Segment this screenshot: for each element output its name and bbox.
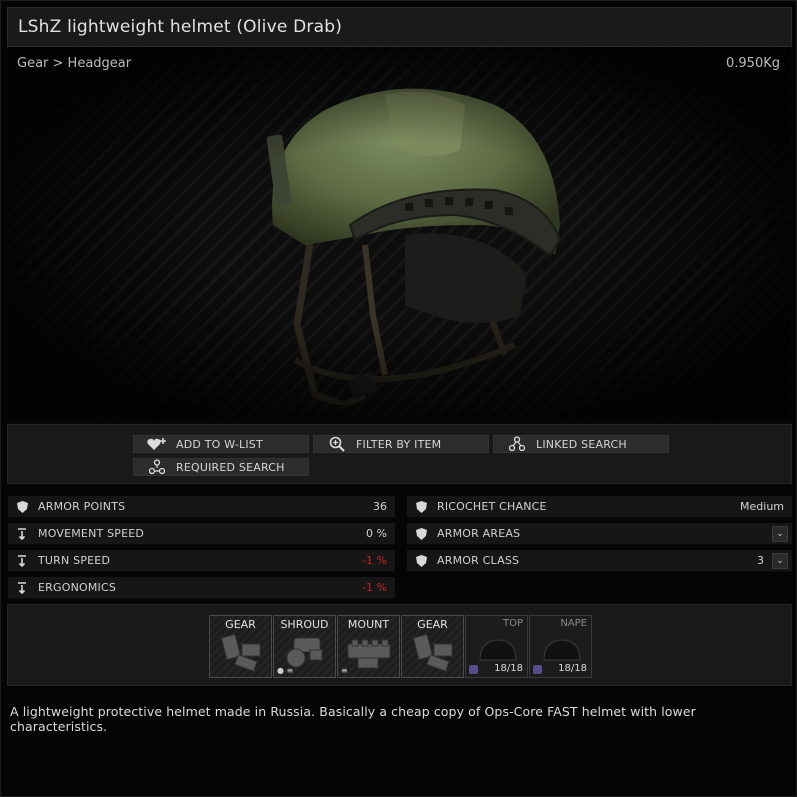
item-description: A lightweight protective helmet made in … (10, 704, 696, 734)
slot-armor-top[interactable]: TOP 18/18 (465, 615, 528, 678)
slot-name: NAPE (560, 618, 587, 629)
armor-plate-icon (469, 665, 478, 674)
stat-arrow-icon (14, 526, 30, 542)
item-image (9, 47, 790, 419)
stat-armor-points: ARMOR POINTS 36 (8, 496, 395, 518)
item-weight: 0.950Kg (726, 56, 780, 71)
shield-icon (413, 526, 429, 542)
slots-panel: GEAR SHROUD ● ≡ MOUNT ≡ GEAR TOP 18/18 N… (7, 604, 792, 686)
actions-panel: ADD TO W-LIST FILTER BY ITEM LINKED SEAR… (7, 424, 792, 484)
heart-plus-icon (144, 436, 170, 452)
magnifier-plus-icon (324, 436, 350, 452)
stat-ricochet-chance: RICOCHET CHANCE Medium (407, 496, 792, 518)
stat-value: -1 % (362, 581, 387, 594)
window-title: LShZ lightweight helmet (Olive Drab) (18, 17, 343, 37)
stat-value: -1 % (362, 554, 387, 567)
slot-durability: 18/18 (558, 663, 587, 674)
stat-value: Medium (740, 500, 784, 513)
title-bar[interactable]: LShZ lightweight helmet (Olive Drab) (7, 7, 792, 47)
required-search-button[interactable]: REQUIRED SEARCH (133, 458, 309, 476)
stat-armor-areas[interactable]: ARMOR AREAS ⌄ (407, 523, 792, 545)
stat-armor-class[interactable]: ARMOR CLASS 3 ⌄ (407, 550, 792, 572)
stat-label: ERGONOMICS (38, 581, 117, 594)
add-to-wishlist-button[interactable]: ADD TO W-LIST (133, 435, 309, 453)
slot-tags: ● ≡ (277, 666, 294, 675)
slot-gear[interactable]: GEAR (209, 615, 272, 678)
armor-plate-icon (533, 665, 542, 674)
linked-search-label: LINKED SEARCH (536, 437, 627, 451)
linked-search-button[interactable]: LINKED SEARCH (493, 435, 669, 453)
slot-shroud[interactable]: SHROUD ● ≡ (273, 615, 336, 678)
stat-label: ARMOR CLASS (437, 554, 520, 567)
gear-slot-icon (412, 633, 453, 672)
slot-name: TOP (502, 618, 523, 629)
stat-arrow-icon (14, 580, 30, 596)
breadcrumb[interactable]: Gear > Headgear (17, 56, 131, 71)
filter-by-item-button[interactable]: FILTER BY ITEM (313, 435, 489, 453)
stat-label: ARMOR AREAS (437, 527, 521, 540)
filter-by-item-label: FILTER BY ITEM (356, 437, 442, 451)
stat-arrow-icon (14, 553, 30, 569)
shield-icon (413, 499, 429, 515)
gear-slot-icon (220, 633, 261, 672)
stat-label: MOVEMENT SPEED (38, 527, 145, 540)
slot-mount[interactable]: MOUNT ≡ (337, 615, 400, 678)
stat-label: TURN SPEED (38, 554, 111, 567)
stat-movement-speed: MOVEMENT SPEED 0 % (8, 523, 395, 545)
mount-slot-icon (347, 639, 391, 669)
stat-value: 0 % (366, 527, 387, 540)
shield-icon (413, 553, 429, 569)
slot-durability: 18/18 (494, 663, 523, 674)
stat-label: ARMOR POINTS (38, 500, 126, 513)
slot-armor-nape[interactable]: NAPE 18/18 (529, 615, 592, 678)
chevron-down-icon[interactable]: ⌄ (772, 525, 788, 542)
stat-value: 36 (373, 500, 387, 513)
chevron-down-icon[interactable]: ⌄ (772, 552, 788, 569)
slot-gear[interactable]: GEAR (401, 615, 464, 678)
add-to-wishlist-label: ADD TO W-LIST (176, 437, 263, 451)
shield-icon (14, 499, 30, 515)
stat-ergonomics: ERGONOMICS -1 % (8, 577, 395, 599)
slot-tags: ≡ (341, 666, 348, 675)
linked-nodes-icon (504, 436, 530, 452)
required-nodes-icon (144, 459, 170, 475)
required-search-label: REQUIRED SEARCH (176, 460, 285, 474)
stat-value: 3 (757, 554, 764, 567)
stat-label: RICOCHET CHANCE (437, 500, 547, 513)
stat-turn-speed: TURN SPEED -1 % (8, 550, 395, 572)
item-inspect-window: LShZ lightweight helmet (Olive Drab) Gea… (0, 0, 797, 797)
